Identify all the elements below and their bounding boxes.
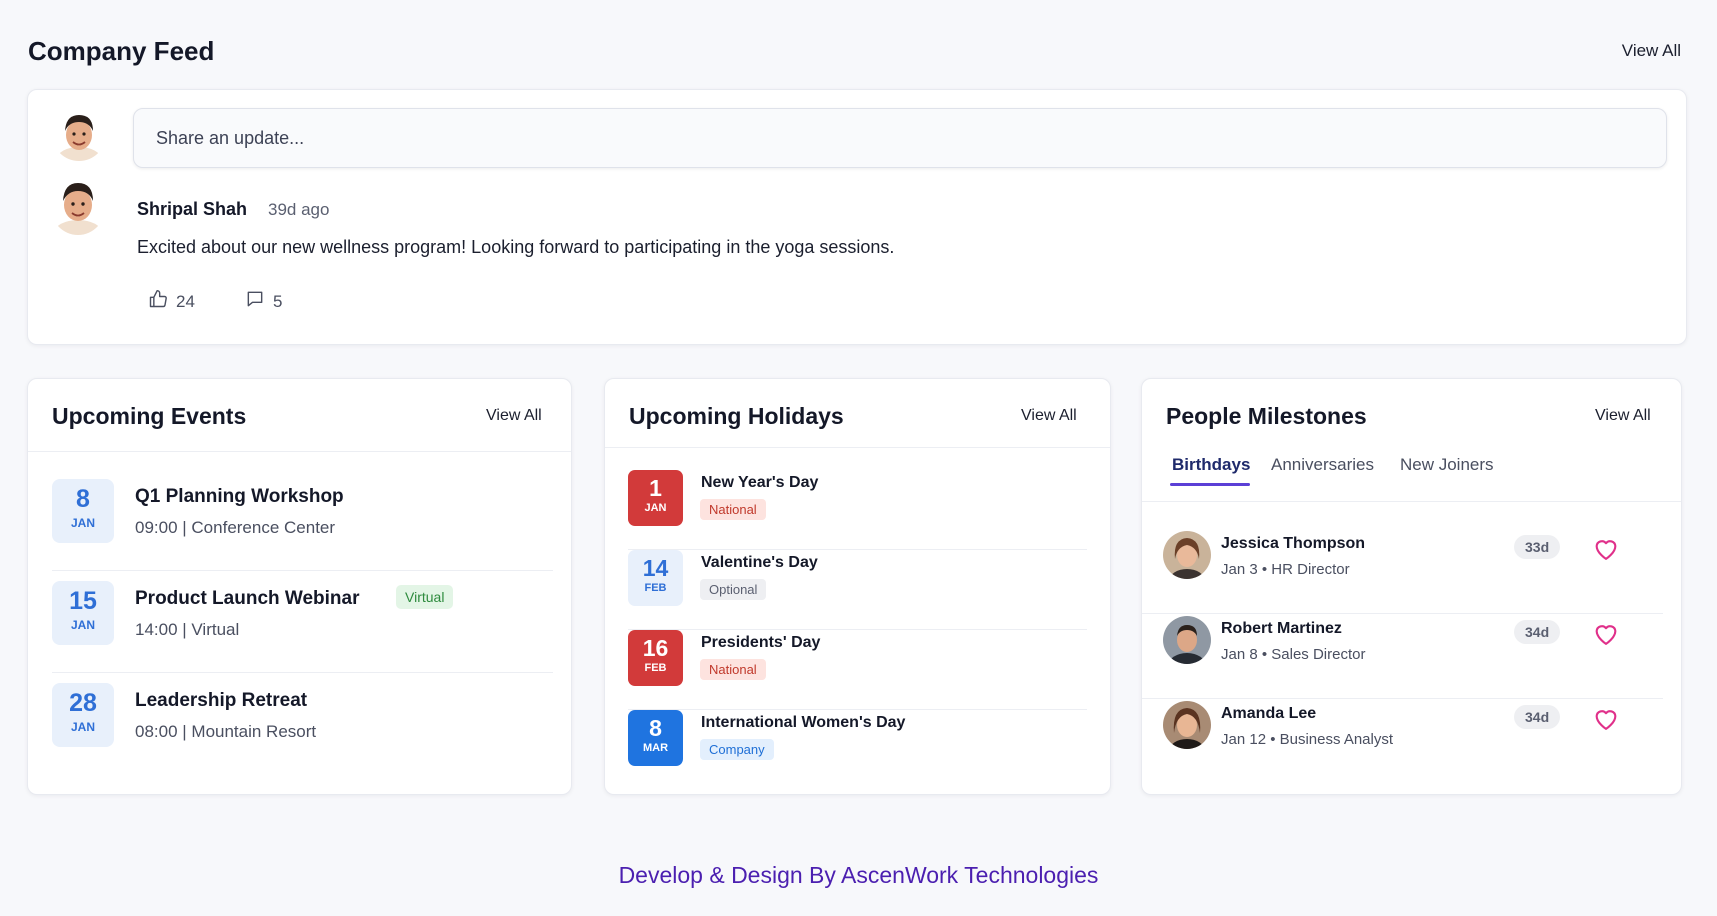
post-author-name[interactable]: Shripal Shah — [137, 199, 247, 220]
row-divider — [52, 570, 553, 571]
event-day: 15 — [69, 587, 97, 615]
holiday-date: 16 FEB — [628, 630, 683, 686]
holiday-title: New Year's Day — [701, 474, 819, 491]
avatar — [1163, 616, 1211, 664]
event-title: Q1 Planning Workshop — [135, 486, 344, 507]
events-header-divider — [28, 451, 571, 452]
upcoming-events-card: Upcoming Events View All 8 JAN Q1 Planni… — [27, 378, 572, 795]
holiday-month: MAR — [642, 742, 669, 754]
holiday-item[interactable]: 8 MAR International Women's Day Company — [628, 710, 1087, 790]
milestones-tabs-divider — [1142, 501, 1681, 502]
tab-anniversaries[interactable]: Anniversaries — [1271, 455, 1374, 475]
post-body: Excited about our new wellness program! … — [137, 237, 895, 257]
holiday-type-badge: National — [700, 659, 766, 680]
company-feed-card: Shripal Shah 39d ago Excited about our n… — [27, 89, 1687, 345]
row-divider — [52, 672, 553, 673]
holiday-type-badge: National — [700, 499, 766, 520]
milestone-item[interactable]: Amanda Lee Jan 12 • Business Analyst 34d — [1163, 699, 1663, 784]
footer-credit: Develop & Design By AscenWork Technologi… — [618, 862, 1099, 888]
avatar — [1163, 531, 1211, 579]
holiday-day: 14 — [642, 555, 669, 581]
event-date: 15 JAN — [52, 581, 114, 645]
events-title: Upcoming Events — [52, 403, 247, 429]
holidays-view-all-link[interactable]: View All — [1021, 407, 1077, 425]
event-day: 28 — [69, 689, 97, 717]
milestone-details: Jan 8 • Sales Director — [1221, 646, 1366, 663]
event-month: JAN — [70, 618, 95, 632]
comment-count: 5 — [273, 291, 283, 311]
comment-icon — [245, 289, 265, 314]
event-details: 14:00 | Virtual — [135, 620, 240, 639]
holidays-header-divider — [605, 447, 1110, 448]
heart-icon[interactable] — [1592, 705, 1620, 733]
milestone-item[interactable]: Jessica Thompson Jan 3 • HR Director 33d — [1142, 529, 1663, 614]
tab-new-joiners[interactable]: New Joiners — [1400, 455, 1494, 475]
holiday-month: JAN — [644, 502, 667, 514]
event-title: Product Launch Webinar — [135, 588, 360, 609]
post-timestamp: 39d ago — [268, 200, 330, 219]
event-date: 8 JAN — [52, 479, 114, 543]
event-details: 09:00 | Conference Center — [135, 518, 336, 537]
milestone-name: Jessica Thompson — [1221, 535, 1366, 552]
virtual-badge: Virtual — [396, 585, 454, 609]
upcoming-holidays-card: Upcoming Holidays View All 1 JAN New Yea… — [604, 378, 1111, 795]
holiday-day: 8 — [649, 715, 662, 741]
milestone-name: Amanda Lee — [1221, 705, 1317, 722]
milestone-details: Jan 3 • HR Director — [1221, 561, 1350, 578]
event-title: Leadership Retreat — [135, 690, 308, 711]
holiday-day: 16 — [642, 635, 669, 661]
days-badge: 34d — [1514, 620, 1561, 644]
tab-birthdays[interactable]: Birthdays — [1172, 455, 1250, 475]
holiday-type-badge: Company — [700, 739, 774, 760]
milestone-details: Jan 12 • Business Analyst — [1221, 731, 1394, 748]
holidays-title: Upcoming Holidays — [629, 403, 844, 429]
heart-icon[interactable] — [1592, 535, 1620, 563]
event-day: 8 — [76, 485, 90, 513]
holiday-month: FEB — [644, 582, 667, 594]
comment-button[interactable]: 5 — [245, 289, 282, 314]
event-date: 28 JAN — [52, 683, 114, 747]
milestones-view-all-link[interactable]: View All — [1595, 407, 1651, 425]
share-update-input[interactable] — [133, 108, 1667, 168]
holiday-item[interactable]: 14 FEB Valentine's Day Optional — [628, 550, 1087, 630]
event-details: 08:00 | Mountain Resort — [135, 722, 317, 741]
milestones-title: People Milestones — [1166, 403, 1367, 429]
post-author-avatar[interactable] — [50, 175, 106, 235]
holiday-date: 8 MAR — [628, 710, 683, 766]
like-button[interactable]: 24 — [148, 289, 195, 314]
holiday-date: 1 JAN — [628, 470, 683, 526]
holiday-day: 1 — [649, 475, 662, 501]
event-item[interactable]: 15 JAN Product Launch Webinar Virtual 14… — [52, 581, 553, 673]
holiday-month: FEB — [644, 662, 667, 674]
heart-icon[interactable] — [1592, 620, 1620, 648]
people-milestones-card: People Milestones View All Birthdays Ann… — [1141, 378, 1682, 795]
event-month: JAN — [70, 720, 95, 734]
holiday-title: Presidents' Day — [701, 634, 821, 651]
holiday-item[interactable]: 1 JAN New Year's Day National — [628, 470, 1087, 550]
holiday-type-badge: Optional — [700, 579, 767, 600]
holiday-title: International Women's Day — [701, 714, 906, 731]
event-item[interactable]: 8 JAN Q1 Planning Workshop 09:00 | Confe… — [52, 479, 553, 571]
thumbs-up-icon — [148, 289, 168, 314]
event-item[interactable]: 28 JAN Leadership Retreat 08:00 | Mounta… — [52, 683, 553, 775]
days-badge: 34d — [1514, 705, 1561, 729]
holiday-title: Valentine's Day — [701, 554, 818, 571]
event-month: JAN — [70, 516, 95, 530]
milestone-name: Robert Martinez — [1221, 620, 1342, 637]
current-user-avatar[interactable] — [52, 107, 106, 161]
holiday-item[interactable]: 16 FEB Presidents' Day National — [628, 630, 1087, 710]
avatar — [1163, 701, 1211, 749]
days-badge: 33d — [1514, 535, 1561, 559]
feed-view-all-link[interactable]: View All — [1622, 41, 1681, 61]
events-view-all-link[interactable]: View All — [486, 407, 542, 425]
holiday-date: 14 FEB — [628, 550, 683, 606]
active-tab-indicator — [1170, 483, 1250, 486]
milestone-item[interactable]: Robert Martinez Jan 8 • Sales Director 3… — [1142, 614, 1663, 699]
feed-title: Company Feed — [28, 36, 215, 66]
like-count: 24 — [176, 291, 195, 311]
